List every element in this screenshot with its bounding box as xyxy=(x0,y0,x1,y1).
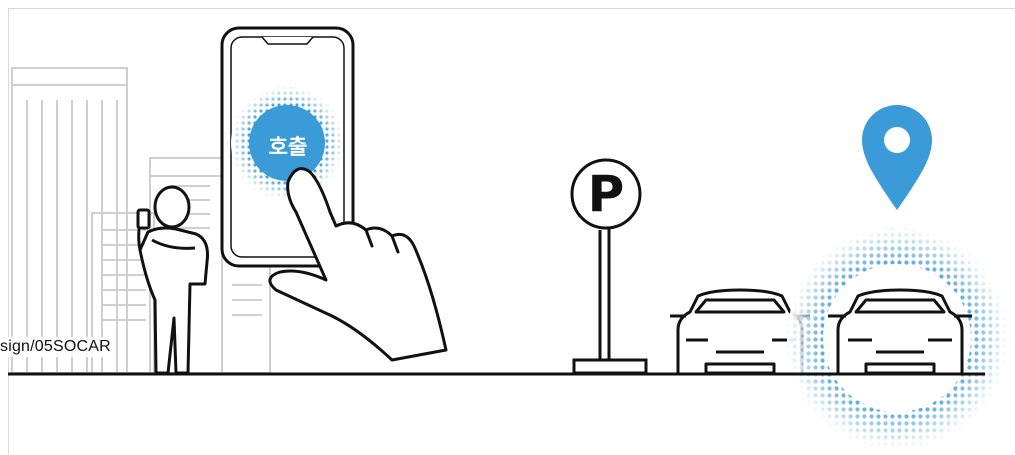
call-button-label[interactable]: 호출 xyxy=(250,134,326,160)
image-caption: sign/05SOCAR xyxy=(0,337,113,357)
socar-call-illustration: P xyxy=(8,26,1007,448)
svg-text:P: P xyxy=(588,165,625,223)
illustration-frame: P 호출 sign/05SOCAR xyxy=(0,0,1015,455)
parking-sign-icon: P xyxy=(570,158,648,375)
map-pin-icon xyxy=(862,105,932,210)
